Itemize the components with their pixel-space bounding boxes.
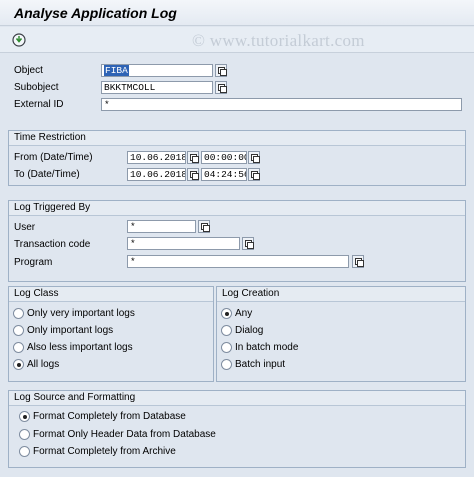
execute-icon[interactable]: [12, 33, 26, 47]
radio-label: Any: [235, 308, 253, 319]
program-field[interactable]: *: [127, 255, 349, 268]
log-class-title: Log Class: [9, 287, 213, 302]
user-field[interactable]: *: [127, 220, 196, 233]
radio-label: Also less important logs: [27, 342, 133, 353]
user-label: User: [14, 222, 36, 233]
from-date-time-label: From (Date/Time): [14, 152, 93, 163]
to-date-field[interactable]: 10.06.2018: [127, 168, 186, 181]
object-value: FIBA: [104, 65, 129, 76]
subobject-label: Subobject: [14, 82, 59, 93]
from-time-help-icon[interactable]: [248, 151, 260, 164]
to-time-help-icon[interactable]: [248, 168, 260, 181]
radio-icon[interactable]: [13, 342, 24, 353]
radio-icon[interactable]: [19, 429, 30, 440]
radio-icon[interactable]: [13, 308, 24, 319]
transaction-code-field[interactable]: *: [127, 237, 240, 250]
object-field[interactable]: FIBA: [101, 64, 213, 77]
program-label: Program: [14, 257, 53, 268]
radio-label: In batch mode: [235, 342, 299, 353]
to-date-time-label: To (Date/Time): [14, 169, 80, 180]
radio-label: Format Completely from Database: [33, 411, 186, 422]
external-id-label: External ID: [14, 99, 64, 110]
radio-label: Batch input: [235, 359, 286, 370]
to-date-calendar-icon[interactable]: [187, 168, 199, 181]
radio-label: Only important logs: [27, 325, 114, 336]
page-title: Analyse Application Log: [14, 5, 177, 21]
from-date-field[interactable]: 10.06.2018: [127, 151, 186, 164]
subobject-value-help-icon[interactable]: [215, 81, 227, 94]
radio-label: All logs: [27, 359, 60, 370]
from-date-calendar-icon[interactable]: [187, 151, 199, 164]
time-restriction-title: Time Restriction: [9, 131, 465, 146]
radio-icon[interactable]: [221, 325, 232, 336]
radio-icon[interactable]: [13, 325, 24, 336]
log-triggered-by-title: Log Triggered By: [9, 201, 465, 216]
radio-icon[interactable]: [221, 359, 232, 370]
radio-icon[interactable]: [19, 446, 30, 457]
application-toolbar: © www.tutorialkart.com: [0, 27, 474, 53]
radio-label: Format Completely from Archive: [33, 446, 176, 457]
radio-selected-icon[interactable]: [13, 359, 24, 370]
log-source-title: Log Source and Formatting: [9, 391, 465, 406]
subobject-field[interactable]: BKKTMCOLL: [101, 81, 213, 94]
log-creation-title: Log Creation: [217, 287, 465, 302]
program-value-help-icon[interactable]: [352, 255, 364, 268]
radio-label: Only very important logs: [27, 308, 135, 319]
radio-selected-icon[interactable]: [221, 308, 232, 319]
title-bar: Analyse Application Log: [0, 0, 474, 26]
from-time-field[interactable]: 00:00:00: [201, 151, 247, 164]
to-time-field[interactable]: 04:24:56: [201, 168, 247, 181]
radio-selected-icon[interactable]: [19, 411, 30, 422]
user-value-help-icon[interactable]: [198, 220, 210, 233]
external-id-field[interactable]: *: [101, 98, 462, 111]
transaction-code-label: Transaction code: [14, 239, 91, 250]
object-label: Object: [14, 65, 43, 76]
transaction-code-value-help-icon[interactable]: [242, 237, 254, 250]
radio-label: Format Only Header Data from Database: [33, 429, 216, 440]
object-value-help-icon[interactable]: [215, 64, 227, 77]
radio-label: Dialog: [235, 325, 264, 336]
radio-icon[interactable]: [221, 342, 232, 353]
watermark: © www.tutorialkart.com: [192, 31, 365, 50]
